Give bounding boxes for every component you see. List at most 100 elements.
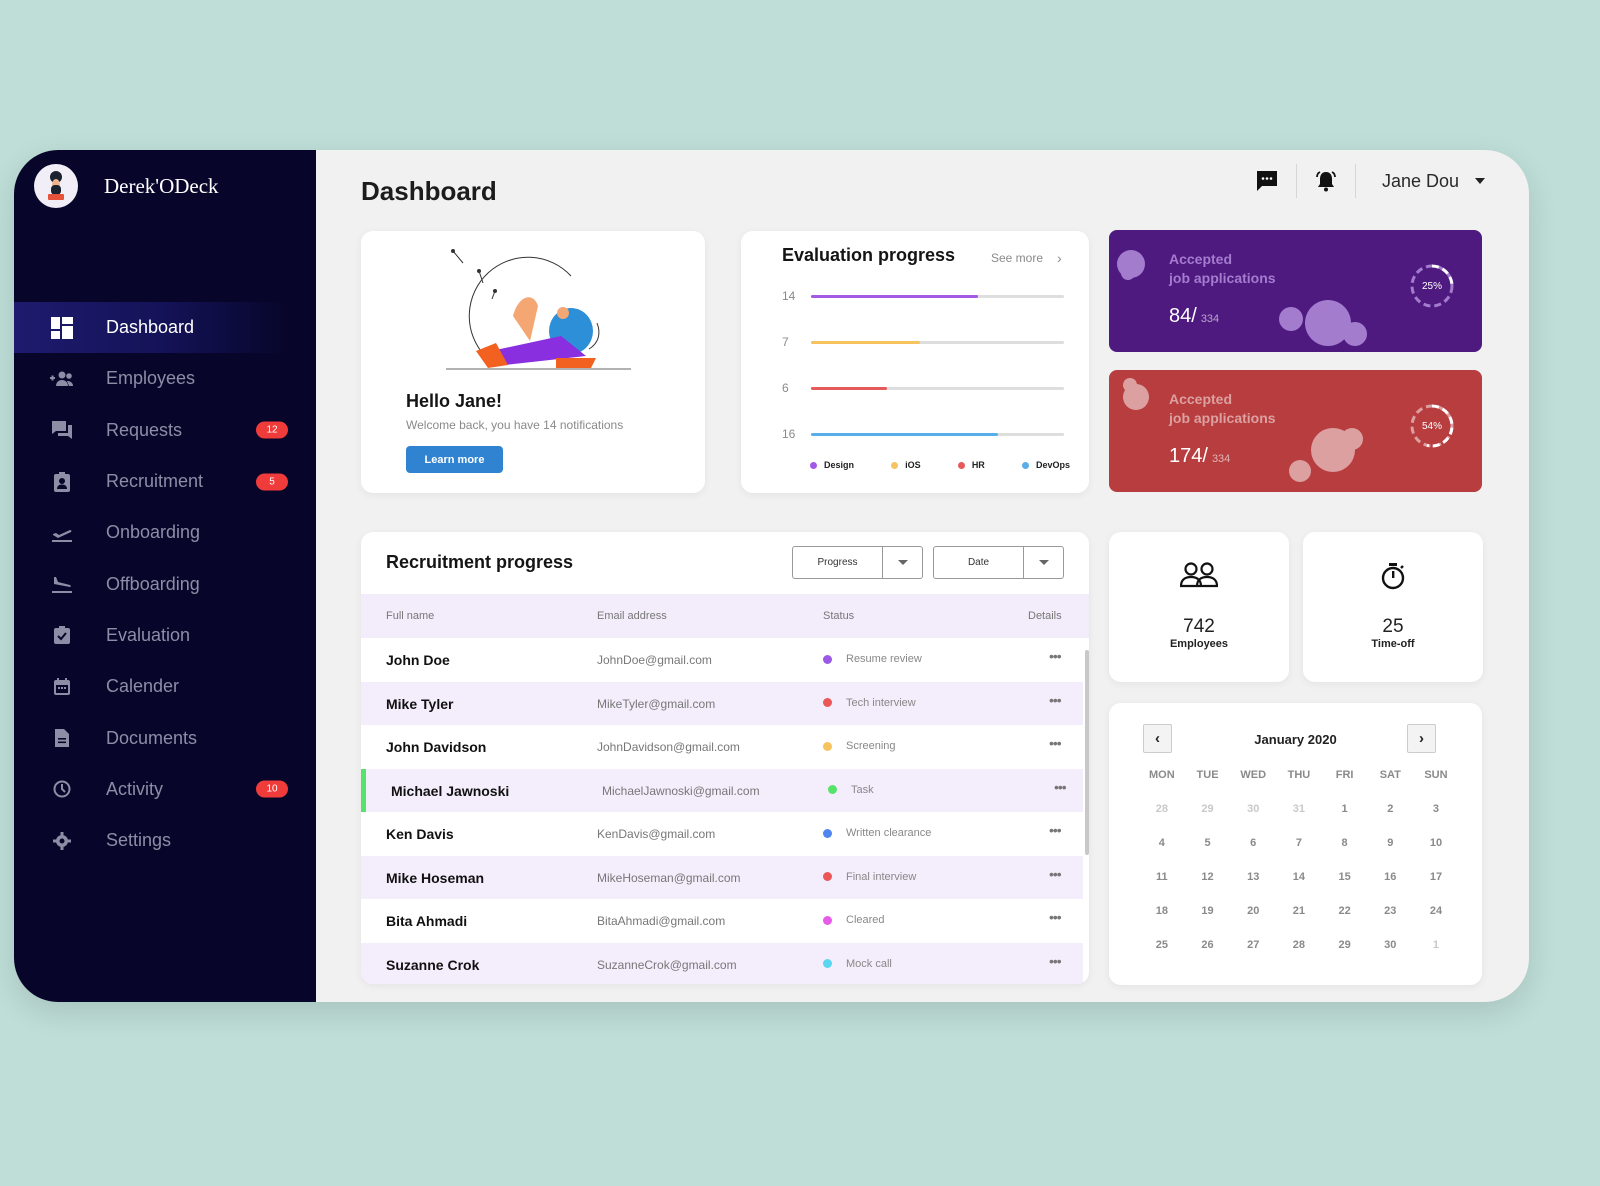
calendar-day[interactable]: 15 [1322,871,1368,883]
calendar-day[interactable]: 3 [1413,803,1459,815]
table-row[interactable]: John Doe JohnDoe@gmail.com Resume review… [361,638,1083,682]
calendar-day[interactable]: 23 [1367,905,1413,917]
candidate-name: John Doe [386,652,450,668]
sidebar-item-requests[interactable]: Requests 12 [14,405,316,456]
table-row[interactable]: Ken Davis KenDavis@gmail.com Written cle… [361,812,1083,856]
evaluation-value: 16 [782,427,796,441]
table-row[interactable]: Mike Tyler MikeTyler@gmail.com Tech inte… [361,681,1083,725]
more-options-icon[interactable]: ••• [1049,953,1062,969]
calendar-day[interactable]: 28 [1139,803,1185,815]
column-header[interactable]: Details [1028,610,1062,622]
column-header[interactable]: Email address [597,610,667,622]
table-header: Full name Email address Status Details [361,594,1089,638]
candidate-email: MichaelJawnoski@gmail.com [602,783,760,798]
calendar-day[interactable]: 22 [1322,905,1368,917]
calendar-day[interactable]: 31 [1276,803,1322,815]
sidebar-item-employees[interactable]: Employees [14,353,316,404]
calendar-day[interactable]: 28 [1276,939,1322,951]
sidebar-item-documents[interactable]: Documents [14,712,316,763]
calendar-day[interactable]: 16 [1367,871,1413,883]
progress-filter-dropdown[interactable]: Progress [792,546,923,579]
candidate-email: JohnDoe@gmail.com [597,653,712,667]
calendar-day[interactable]: 10 [1413,837,1459,849]
evaluation-value: 14 [782,289,796,303]
calendar-day[interactable]: 18 [1139,905,1185,917]
sidebar-item-label: Requests [106,419,183,440]
top-bar: Jane Dou [1252,164,1485,198]
employees-stat-card[interactable]: 742 Employees [1109,532,1289,682]
calendar-day[interactable]: 8 [1322,837,1368,849]
more-options-icon[interactable]: ••• [1049,692,1062,708]
calendar-day[interactable]: 1 [1322,803,1368,815]
employees-label: Employees [1169,638,1229,650]
learn-more-button[interactable]: Learn more [406,446,503,473]
candidate-name: Ken Davis [386,826,454,842]
calendar-day[interactable]: 19 [1185,905,1231,917]
brand-avatar[interactable] [34,164,78,208]
calendar-day[interactable]: 27 [1230,939,1276,951]
sidebar-item-offboarding[interactable]: Offboarding [14,558,316,609]
accepted-applications-card-1[interactable]: Accepted job applications 84/334 25% [1109,230,1482,352]
weekday-label: SAT [1379,769,1401,781]
more-options-icon[interactable]: ••• [1049,648,1062,664]
calendar-day[interactable]: 26 [1185,939,1231,951]
more-options-icon[interactable]: ••• [1054,779,1067,795]
sidebar-item-dashboard[interactable]: Dashboard [14,302,316,354]
progress-fill [811,294,978,298]
table-scrollbar[interactable] [1085,650,1089,855]
user-avatar-icon [48,171,64,200]
calendar-day[interactable]: 13 [1230,871,1276,883]
more-options-icon[interactable]: ••• [1049,735,1062,751]
calendar-day[interactable]: 20 [1230,905,1276,917]
page-title: Dashboard [361,176,497,206]
user-menu[interactable]: Jane Dou [1382,171,1485,192]
next-month-button[interactable]: › [1407,724,1436,753]
column-header[interactable]: Status [823,610,854,622]
calendar-day[interactable]: 30 [1230,803,1276,815]
calendar-day[interactable]: 14 [1276,871,1322,883]
message-icon[interactable] [1252,166,1282,196]
welcome-illustration-icon [446,249,631,370]
time-off-stat-card[interactable]: 25 Time-off [1303,532,1483,682]
calendar-day[interactable]: 24 [1413,905,1459,917]
calendar-day[interactable]: 5 [1185,837,1231,849]
table-row[interactable]: Mike Hoseman MikeHoseman@gmail.com Final… [361,855,1083,899]
table-row[interactable]: Bita Ahmadi BitaAhmadi@gmail.com Cleared… [361,899,1083,943]
see-more-link[interactable]: See more › [991,250,1062,266]
accepted-applications-card-2[interactable]: Accepted job applications 174/334 54% [1109,370,1482,492]
more-options-icon[interactable]: ••• [1049,909,1062,925]
table-row[interactable]: John Davidson JohnDavidson@gmail.com Scr… [361,725,1083,769]
sidebar-item-activity[interactable]: Activity 10 [14,764,316,815]
date-filter-dropdown[interactable]: Date [933,546,1064,579]
sidebar-item-settings[interactable]: Settings [14,815,316,866]
sidebar-item-onboarding[interactable]: Onboarding [14,507,316,558]
table-row[interactable]: Suzanne Crok SuzanneCrok@gmail.com Mock … [361,942,1083,984]
calendar-day[interactable]: 11 [1139,871,1185,883]
more-options-icon[interactable]: ••• [1049,866,1062,882]
more-options-icon[interactable]: ••• [1049,822,1062,838]
bell-icon[interactable] [1311,166,1341,196]
calendar-day[interactable]: 25 [1139,939,1185,951]
calendar-day[interactable]: 9 [1367,837,1413,849]
calendar-day[interactable]: 2 [1367,803,1413,815]
calendar-day[interactable]: 7 [1276,837,1322,849]
column-header[interactable]: Full name [386,610,434,622]
calendar-day[interactable]: 21 [1276,905,1322,917]
sidebar-item-calender[interactable]: Calender [14,661,316,712]
chevron-down-icon [1475,178,1485,184]
sidebar-item-recruitment[interactable]: Recruitment 5 [14,456,316,507]
calendar-day[interactable]: 17 [1413,871,1459,883]
table-row[interactable]: Michael Jawnoski MichaelJawnoski@gmail.c… [361,768,1083,812]
calendar-day[interactable]: 30 [1367,939,1413,951]
sidebar-item-evaluation[interactable]: Evaluation [14,610,316,661]
calendar-day[interactable]: 1 [1413,939,1459,951]
calendar-day[interactable]: 29 [1185,803,1231,815]
legend-dot-icon [957,462,965,470]
calendar-day[interactable]: 12 [1185,871,1231,883]
calendar-day[interactable]: 29 [1322,939,1368,951]
calendar-card: ‹ January 2020 › MON TUE WED THU FRI SAT SUN 28… [1109,703,1482,985]
calendar-day[interactable]: 4 [1139,837,1185,849]
chevron-down-icon [883,547,922,578]
sidebar: Derek'ODeck Dashboard Employees Requests… [14,150,316,1002]
calendar-day[interactable]: 6 [1230,837,1276,849]
